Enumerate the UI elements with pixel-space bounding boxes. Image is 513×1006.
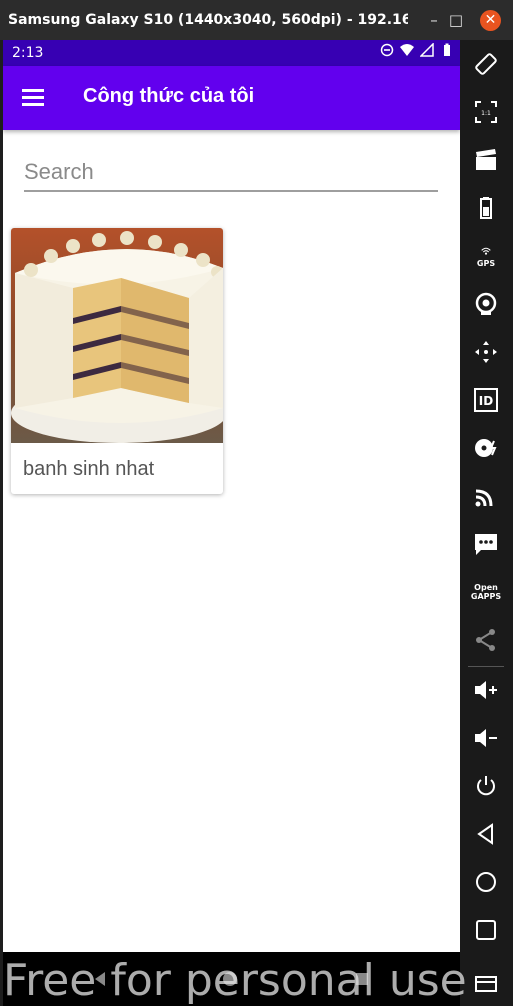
identifiers-button[interactable]: ID: [468, 382, 504, 418]
disk-io-button[interactable]: [468, 430, 504, 466]
menu-button[interactable]: [468, 964, 504, 1000]
share-button[interactable]: [468, 622, 504, 658]
recipe-card[interactable]: banh sinh nhat: [11, 228, 223, 494]
search-input[interactable]: [24, 154, 438, 190]
menu-icon: [475, 976, 497, 992]
webcam-icon: [475, 292, 497, 315]
sidebar-divider: [468, 666, 504, 667]
gps-button[interactable]: GPS: [468, 238, 504, 274]
rotate-icon: [475, 53, 497, 75]
window-titlebar[interactable]: Samsung Galaxy S10 (1440x3040, 560dpi) -…: [0, 0, 513, 40]
recipe-image: [11, 228, 223, 443]
app-bar: Công thức của tôi: [3, 66, 460, 130]
screencast-button[interactable]: [468, 142, 504, 178]
volume-down-button[interactable]: [468, 720, 504, 756]
share-icon: [476, 629, 495, 651]
watermark-text: Free for personal use: [3, 955, 467, 1006]
clapperboard-icon: [476, 149, 496, 170]
svg-text:1:1: 1:1: [481, 110, 491, 117]
wifi-icon: [400, 44, 414, 56]
dpad-button[interactable]: [468, 334, 504, 370]
emulator-sidebar: 1:1 GPS ID Open GAPPS: [460, 40, 513, 1006]
phone-screen: 2:13 Công thức của tôi Search banh sinh …: [3, 40, 460, 1006]
home-icon: [476, 872, 496, 892]
back-button[interactable]: [468, 816, 504, 852]
menu-icon[interactable]: [22, 89, 44, 107]
recipe-title: banh sinh nhat: [23, 458, 155, 480]
app-title: Công thức của tôi: [83, 85, 255, 107]
power-button[interactable]: [468, 768, 504, 804]
disc-icon: [475, 439, 497, 457]
status-icons: [380, 43, 454, 57]
home-button[interactable]: [468, 864, 504, 900]
search-field: [24, 154, 438, 192]
gps-label: GPS: [476, 258, 496, 268]
gps-icon: [481, 247, 491, 255]
id-icon: ID: [474, 388, 498, 412]
maximize-button[interactable]: □: [446, 10, 466, 30]
recent-apps-button[interactable]: [468, 912, 504, 948]
volume-up-icon: [475, 681, 497, 699]
message-icon: [475, 534, 497, 555]
rotate-button[interactable]: [468, 46, 504, 82]
rss-icon: [475, 489, 493, 507]
svg-text:ID: ID: [479, 394, 493, 408]
status-time: 2:13: [12, 45, 44, 61]
camera-button[interactable]: [468, 286, 504, 322]
back-icon: [477, 823, 493, 845]
sms-button[interactable]: [468, 526, 504, 562]
fullscreen-icon: 1:1: [475, 101, 497, 123]
status-bar: 2:13: [3, 40, 460, 66]
signal-icon: [420, 43, 434, 57]
volume-up-button[interactable]: [468, 672, 504, 708]
minimize-button[interactable]: –: [424, 10, 444, 30]
open-gapps-label: Open GAPPS: [470, 583, 502, 601]
battery-icon: [444, 43, 450, 56]
battery-icon: [480, 197, 492, 219]
network-button[interactable]: [468, 478, 504, 514]
power-icon: [477, 776, 495, 796]
fit-to-screen-button[interactable]: 1:1: [468, 94, 504, 130]
emulator-window: Samsung Galaxy S10 (1440x3040, 560dpi) -…: [0, 0, 513, 1006]
open-gapps-button[interactable]: Open GAPPS: [468, 574, 504, 610]
window-title: Samsung Galaxy S10 (1440x3040, 560dpi) -…: [8, 12, 408, 28]
close-button[interactable]: ✕: [480, 10, 501, 31]
recent-apps-icon: [476, 920, 496, 940]
battery-button[interactable]: [468, 190, 504, 226]
volume-down-icon: [475, 729, 497, 747]
do-not-disturb-icon: [380, 43, 394, 57]
move-icon: [475, 341, 497, 363]
